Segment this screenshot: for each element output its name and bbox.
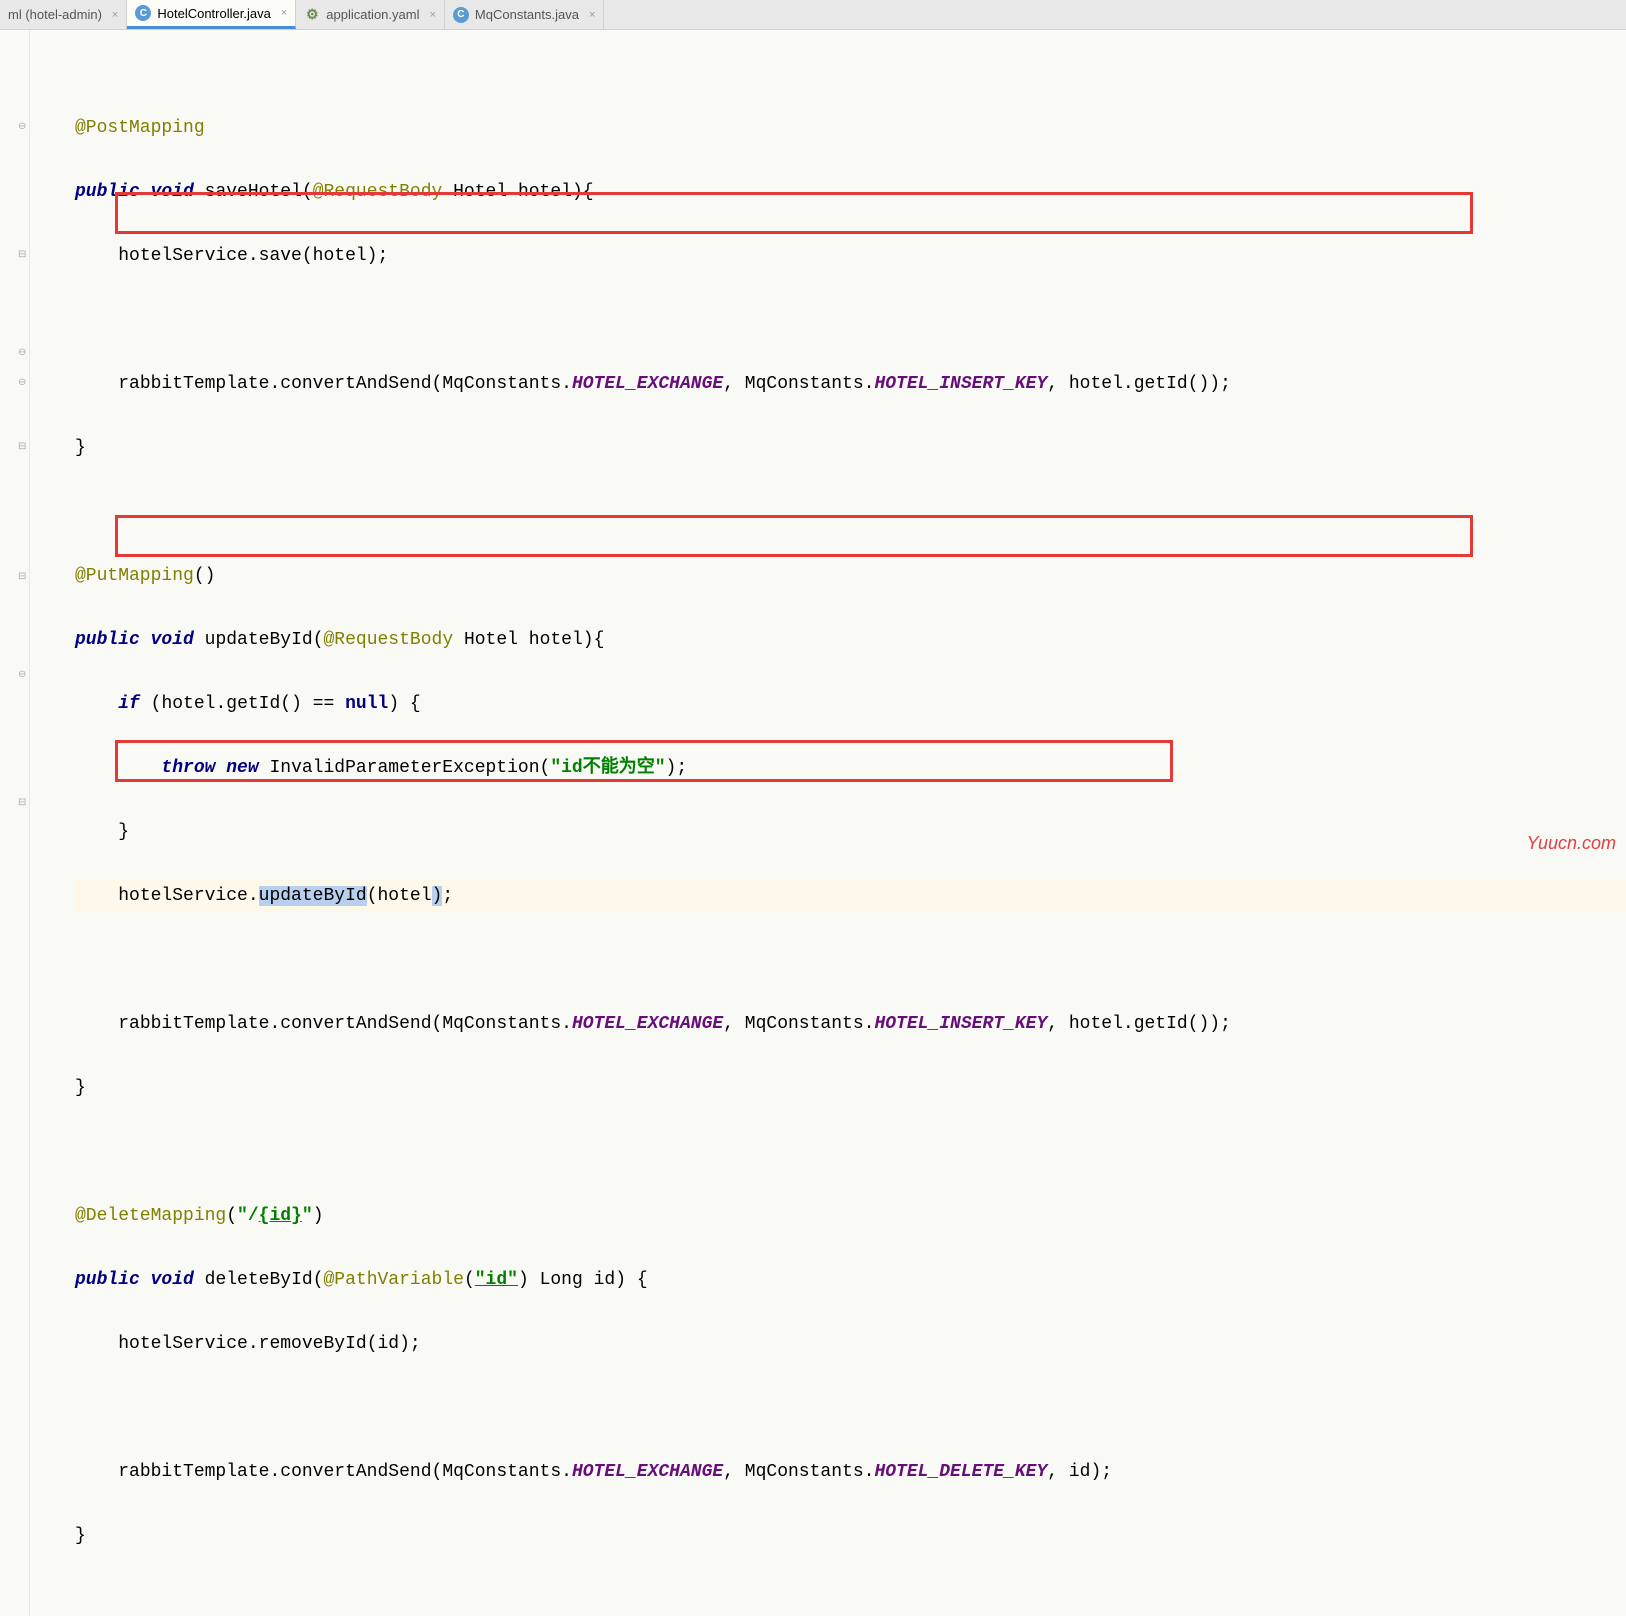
watermark: Yuucn.com	[1527, 833, 1616, 854]
constant: HOTEL_EXCHANGE	[572, 1462, 723, 1482]
tab-label: HotelController.java	[157, 6, 270, 21]
keyword-void: void	[151, 630, 194, 650]
method-call: removeById	[259, 1334, 367, 1354]
param: id	[594, 1270, 616, 1290]
method-call: getId	[226, 694, 280, 714]
method-name: saveHotel	[205, 182, 302, 202]
ident: hotelService	[118, 886, 248, 906]
method-name: deleteById	[205, 1270, 313, 1290]
tab-label: application.yaml	[326, 7, 419, 22]
type: Hotel	[464, 630, 518, 650]
annotation: @RequestBody	[324, 630, 454, 650]
tab-bar: ml (hotel-admin) × C HotelController.jav…	[0, 0, 1626, 30]
close-icon[interactable]: ×	[589, 9, 595, 21]
class-ref: MqConstants	[745, 374, 864, 394]
keyword-throw: throw	[161, 758, 215, 778]
close-icon[interactable]: ×	[112, 9, 118, 21]
class-ref: MqConstants	[745, 1462, 864, 1482]
param: hotel	[518, 182, 572, 202]
annotation: @PathVariable	[324, 1270, 464, 1290]
annotation: @PostMapping	[75, 118, 205, 138]
yaml-icon: ⚙	[304, 7, 320, 23]
close-icon[interactable]: ×	[429, 9, 435, 21]
code-area[interactable]: @PostMapping public void saveHotel(@Requ…	[0, 80, 1626, 1616]
ident: hotelService	[118, 1334, 248, 1354]
close-icon[interactable]: ×	[281, 7, 287, 19]
type: Hotel	[453, 182, 507, 202]
tab-label: MqConstants.java	[475, 7, 579, 22]
keyword-public: public	[75, 1270, 140, 1290]
constant: HOTEL_INSERT_KEY	[874, 1014, 1047, 1034]
tab-hotelcontroller[interactable]: C HotelController.java ×	[127, 0, 296, 29]
keyword-void: void	[151, 182, 194, 202]
constant: HOTEL_DELETE_KEY	[874, 1462, 1047, 1482]
method-call: save	[259, 246, 302, 266]
keyword-if: if	[118, 694, 140, 714]
tab-application-yaml[interactable]: ⚙ application.yaml ×	[296, 0, 445, 29]
param: hotel	[529, 630, 583, 650]
method-call: convertAndSend	[280, 374, 431, 394]
class-ref: MqConstants	[442, 374, 561, 394]
keyword-new: new	[226, 758, 258, 778]
operator: ==	[302, 694, 345, 714]
tab-mqconstants[interactable]: C MqConstants.java ×	[445, 0, 605, 29]
java-class-icon: C	[135, 5, 151, 21]
constant: HOTEL_EXCHANGE	[572, 1014, 723, 1034]
annotation: @DeleteMapping	[75, 1206, 226, 1226]
ident: rabbitTemplate	[118, 1014, 269, 1034]
ident: hotelService	[118, 246, 248, 266]
ident: rabbitTemplate	[118, 1462, 269, 1482]
keyword-public: public	[75, 182, 140, 202]
annotation: @RequestBody	[313, 182, 443, 202]
class-ref: MqConstants	[745, 1014, 864, 1034]
class-ref: MqConstants	[442, 1014, 561, 1034]
ident: rabbitTemplate	[118, 374, 269, 394]
constant: HOTEL_INSERT_KEY	[874, 374, 1047, 394]
selection: updateById	[259, 886, 367, 906]
class-ref: MqConstants	[442, 1462, 561, 1482]
method-call: getId	[1134, 1014, 1188, 1034]
keyword-public: public	[75, 630, 140, 650]
method-call: getId	[1134, 374, 1188, 394]
method-name: updateById	[205, 630, 313, 650]
type: Long	[540, 1270, 583, 1290]
string-literal: "id"	[475, 1270, 518, 1290]
method-call: convertAndSend	[280, 1462, 431, 1482]
type: InvalidParameterException	[269, 758, 539, 778]
annotation: @PutMapping	[75, 566, 194, 586]
keyword-null: null	[345, 694, 388, 714]
method-call: convertAndSend	[280, 1014, 431, 1034]
code-editor[interactable]: ⊖ ⊟ ⊖ ⊖ ⊟ ⊟ ⊖ ⊟ @PostMapping public void…	[0, 30, 1626, 1616]
java-class-icon: C	[453, 7, 469, 23]
string-literal: "id不能为空"	[550, 758, 665, 778]
tab-label: ml (hotel-admin)	[8, 7, 102, 22]
keyword-void: void	[151, 1270, 194, 1290]
string-literal: "/{id}"	[237, 1206, 313, 1226]
tab-hotel-admin[interactable]: ml (hotel-admin) ×	[0, 0, 127, 29]
constant: HOTEL_EXCHANGE	[572, 374, 723, 394]
